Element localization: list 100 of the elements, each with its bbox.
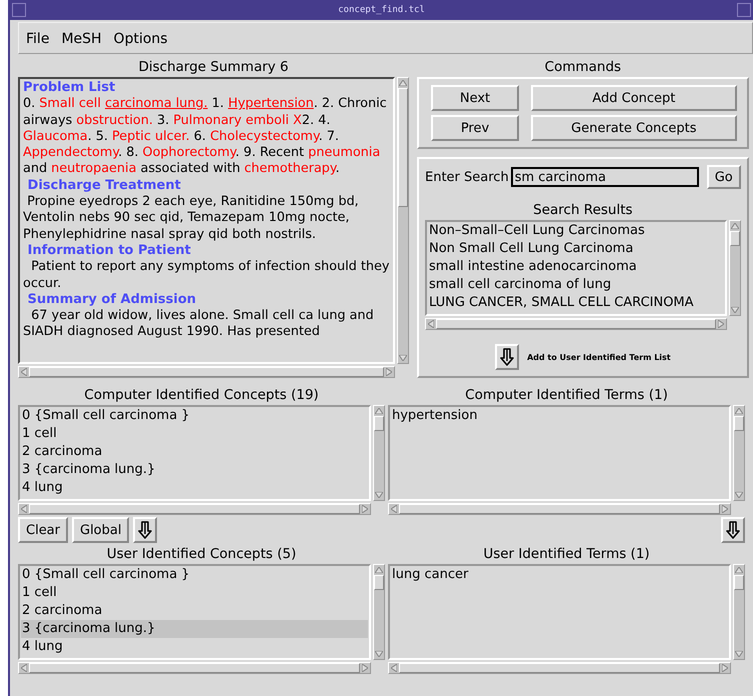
up-arrow-icon[interactable] (730, 221, 740, 231)
down-arrow-icon (500, 348, 514, 366)
command-button[interactable]: Prev (431, 115, 519, 141)
section-heading: Problem List (23, 80, 116, 96)
list-item[interactable]: small intestine adenocarcinoma (428, 258, 724, 276)
vertical-scrollbar[interactable] (733, 564, 745, 660)
list-title: User Identified Concepts (5) (106, 545, 298, 564)
scroll-thumb[interactable] (29, 504, 360, 514)
list-item[interactable]: 3 {carcinoma lung.} (21, 461, 368, 479)
panel-title: Commands (544, 58, 622, 77)
horizontal-scrollbar[interactable] (425, 318, 727, 330)
list-item[interactable]: 2 carcinoma (21, 602, 368, 620)
command-button[interactable]: Add Concept (531, 85, 737, 111)
down-arrow-icon[interactable] (734, 649, 744, 659)
list-title: Computer Identified Concepts (19) (83, 386, 320, 405)
down-arrow-icon[interactable] (398, 353, 408, 363)
left-arrow-icon[interactable] (426, 319, 436, 329)
vertical-scrollbar[interactable] (733, 405, 745, 501)
left-arrow-icon[interactable] (19, 504, 29, 514)
search-field[interactable]: sm carcinoma (510, 167, 699, 187)
menu-item[interactable]: File (25, 31, 50, 47)
scroll-thumb[interactable] (734, 416, 744, 431)
go-button[interactable]: Go (706, 165, 741, 189)
arrow-button[interactable] (495, 344, 520, 370)
horizontal-scrollbar[interactable] (18, 662, 371, 674)
vertical-scrollbar[interactable] (373, 405, 385, 501)
section-heading: Summary of Admission (26, 292, 198, 308)
list-item[interactable]: LUNG CANCER, SMALL CELL CARCINOMA (428, 294, 724, 312)
list-item[interactable]: Non–Small–Cell Lung Carcinomas (428, 222, 724, 240)
vertical-scrollbar[interactable] (373, 564, 385, 660)
scroll-thumb[interactable] (730, 231, 740, 246)
list-item[interactable]: Non Small Cell Lung Carcinoma (428, 240, 724, 258)
right-arrow-icon[interactable] (360, 504, 370, 514)
left-arrow-icon[interactable] (389, 504, 399, 514)
search-label: Enter Search (425, 170, 509, 184)
up-arrow-icon[interactable] (734, 406, 744, 416)
action-button[interactable]: Clear (18, 517, 68, 543)
add-term-label: Add to User Identified Term List (527, 352, 671, 362)
down-arrow-icon[interactable] (734, 490, 744, 500)
right-arrow-icon[interactable] (720, 663, 730, 673)
list-item[interactable]: 2 carcinoma (21, 443, 368, 461)
scroll-thumb[interactable] (374, 575, 384, 590)
command-button[interactable]: Next (431, 85, 519, 111)
list-item[interactable]: 4 lung (21, 638, 368, 656)
scroll-thumb[interactable] (399, 504, 720, 514)
command-button[interactable]: Generate Concepts (531, 115, 737, 141)
scroll-thumb[interactable] (399, 663, 720, 673)
up-arrow-icon[interactable] (398, 78, 408, 88)
horizontal-scrollbar[interactable] (388, 662, 731, 674)
list-item[interactable]: hypertension (391, 407, 728, 425)
down-arrow-icon[interactable] (730, 305, 740, 315)
paragraph: Patient to report any symptoms of infection should they occur. (23, 259, 390, 292)
list-item[interactable]: 3 {carcinoma lung.} (21, 620, 368, 638)
window-title: concept_find.tcl (338, 5, 425, 15)
down-arrow-icon[interactable] (374, 490, 384, 500)
down-arrow-icon (138, 521, 152, 539)
list-item[interactable]: 1 cell (21, 425, 368, 443)
window-menu-button[interactable] (12, 3, 26, 17)
list-title: User Identified Terms (1) (482, 545, 651, 564)
right-arrow-icon[interactable] (360, 663, 370, 673)
panel-title: Discharge Summary 6 (137, 58, 290, 77)
section-heading: Discharge Treatment (26, 178, 182, 194)
list-item[interactable]: 4 lung (21, 479, 368, 497)
menu-item[interactable]: Options (112, 31, 169, 47)
list-item[interactable]: 0 {Small cell carcinoma } (21, 407, 368, 425)
results-title: Search Results (532, 201, 634, 220)
list-item[interactable]: 1 cell (21, 584, 368, 602)
list-item[interactable]: small cell carcinoma of lung (428, 276, 724, 294)
left-arrow-icon[interactable] (19, 663, 29, 673)
paragraph: 0. Small cell carcinoma lung. 1. Hypertension. 2. Chronic airways obstruction. 3. Pulmonary emboli X2. 4. Glaucoma. 5. Peptic ulcer. 6. Cholecystectomy. 7. Appendectomy. 8. Oophorectomy. 9. Recent pneumonia and neutropaenia associated with chemotherapy. (23, 96, 388, 178)
up-arrow-icon[interactable] (374, 406, 384, 416)
down-arrow-icon[interactable] (374, 649, 384, 659)
right-arrow-icon[interactable] (384, 367, 394, 377)
list-title: Computer Identified Terms (1) (464, 386, 669, 405)
up-arrow-icon[interactable] (374, 565, 384, 575)
left-arrow-icon[interactable] (19, 367, 29, 377)
vertical-scrollbar[interactable] (728, 220, 741, 316)
horizontal-scrollbar[interactable] (388, 503, 731, 515)
horizontal-scrollbar[interactable] (18, 503, 371, 515)
scroll-thumb[interactable] (374, 416, 384, 431)
up-arrow-icon[interactable] (734, 565, 744, 575)
vertical-scrollbar[interactable] (397, 77, 409, 364)
menu-item[interactable]: MeSH (60, 31, 103, 47)
right-arrow-icon[interactable] (716, 319, 726, 329)
left-arrow-icon[interactable] (389, 663, 399, 673)
arrow-button[interactable] (133, 517, 158, 543)
scroll-thumb[interactable] (29, 663, 360, 673)
list-item[interactable]: 0 {Small cell carcinoma } (21, 566, 368, 584)
paragraph: Propine eyedrops 2 each eye, Ranitidine 150mg bd, Ventolin nebs 90 sec qid, Temazepam 10mg nocte, Phenylephidrine nasal spray qid both nostrils. (23, 194, 360, 243)
arrow-button[interactable] (721, 517, 745, 543)
list-item[interactable]: lung cancer (391, 566, 728, 584)
action-button[interactable]: Global (72, 517, 130, 543)
scroll-thumb[interactable] (398, 88, 408, 208)
scroll-thumb[interactable] (29, 367, 384, 377)
window-button[interactable] (736, 3, 751, 17)
horizontal-scrollbar[interactable] (18, 366, 395, 378)
down-arrow-icon (726, 521, 740, 539)
scroll-thumb[interactable] (734, 575, 744, 590)
right-arrow-icon[interactable] (720, 504, 730, 514)
paragraph: 67 year old widow, lives alone. Small cell ca lung and SIADH diagnosed August 1990. Has presented (23, 308, 375, 341)
